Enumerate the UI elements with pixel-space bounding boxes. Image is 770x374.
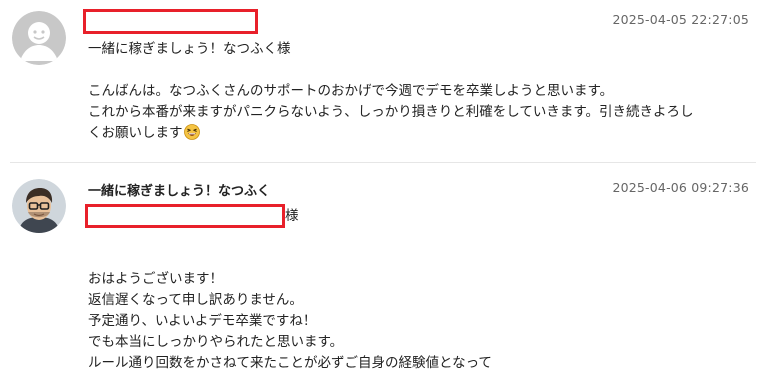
message-timestamp: 2025-04-05 22:27:05 bbox=[612, 12, 749, 27]
message-line-with-emoji: くお願いします bbox=[88, 123, 753, 144]
message-body: 様 おはようございます！ 返信遅くなって申し訳ありません。 予定通り、いよいよデ… bbox=[88, 206, 753, 374]
message-body: 一緒に稼ぎましょう！なつふく様 こんばんは。なつふくさんのサポートのおかげで今週… bbox=[88, 39, 753, 144]
message-line: これから本番が来ますがパニクらないよう、しっかり損きりと利確をしていきます。引き… bbox=[88, 104, 694, 120]
redacted-sender-name bbox=[83, 9, 258, 34]
message-line: ルール通り回数をかさねて来たことが必ずご自身の経験値となって bbox=[88, 355, 492, 371]
message-line: 予定通り、いよいよデモ卒業ですね！ bbox=[88, 313, 317, 329]
recipient-honorific: 様 bbox=[285, 208, 299, 224]
message-line: おはようございます！ bbox=[88, 271, 223, 287]
message-item: 一緒に稼ぎましょう！なつふく 2025-04-06 09:27:36 様 おはよ… bbox=[0, 164, 770, 374]
grinning-squinting-face-icon bbox=[183, 124, 200, 140]
message-item: 2025-04-05 22:27:05 一緒に稼ぎましょう！なつふく様 こんばん… bbox=[0, 0, 770, 162]
message-line: でも本当にしっかりやられたと思います。 bbox=[88, 334, 344, 350]
message-line: 返信遅くなって申し訳ありません。 bbox=[88, 292, 303, 308]
message-timestamp: 2025-04-06 09:27:36 bbox=[612, 180, 749, 195]
message-thread: 2025-04-05 22:27:05 一緒に稼ぎましょう！なつふく様 こんばん… bbox=[0, 0, 770, 374]
message-line: 一緒に稼ぎましょう！なつふく様 bbox=[88, 41, 291, 57]
message-line: くお願いします bbox=[88, 125, 183, 141]
message-line: こんばんは。なつふくさんのサポートのおかげで今週でデモを卒業しようと思います。 bbox=[88, 83, 614, 99]
illustrated-man-with-glasses-avatar-icon[interactable] bbox=[12, 179, 66, 233]
message-divider bbox=[10, 162, 756, 163]
default-user-avatar-icon[interactable] bbox=[12, 11, 66, 65]
sender-name: 一緒に稼ぎましょう！なつふく bbox=[88, 184, 271, 199]
